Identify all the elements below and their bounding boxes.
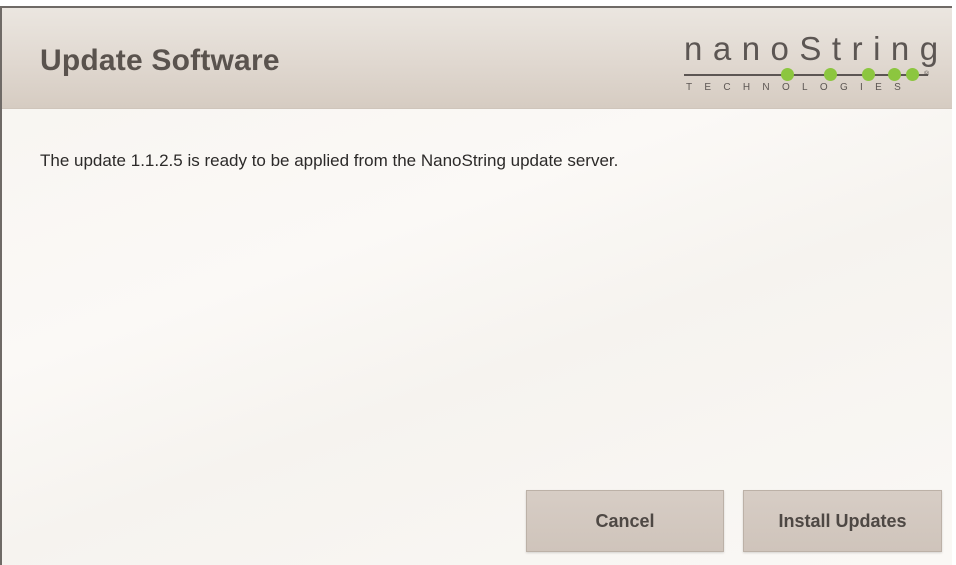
nanostring-logo: nanoString ® TECHNOLOGIES (676, 30, 938, 94)
update-message: The update 1.1.2.5 is ready to be applie… (40, 151, 619, 170)
logo-dot (906, 68, 919, 81)
logo-dot (781, 68, 794, 81)
dialog-title: Update Software (40, 44, 280, 77)
registered-mark: ® (924, 71, 930, 78)
update-software-dialog: Update Software nanoString ® TECHNOLOGIE… (0, 6, 952, 565)
logo-wordmark: nanoString (684, 30, 949, 67)
logo-dot (888, 68, 901, 81)
install-updates-button[interactable]: Install Updates (743, 490, 942, 552)
logo-dot (824, 68, 837, 81)
logo-dot (862, 68, 875, 81)
cancel-button[interactable]: Cancel (526, 490, 724, 552)
dialog-header: Update Software nanoString ® TECHNOLOGIE… (2, 8, 952, 109)
logo-subtitle: TECHNOLOGIES (686, 82, 914, 93)
